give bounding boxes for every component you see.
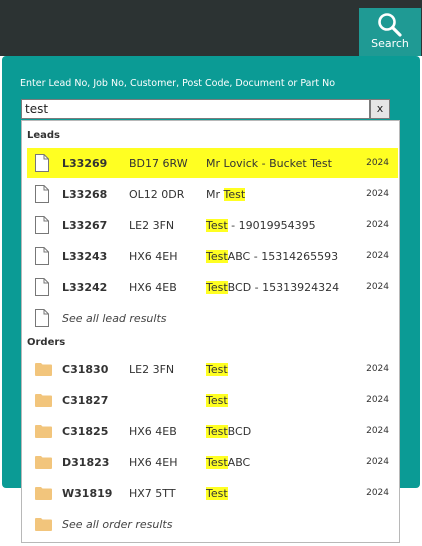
match-highlight: Test bbox=[206, 219, 228, 232]
result-description: Test bbox=[206, 394, 228, 407]
result-ref: L33242 bbox=[62, 281, 108, 294]
description-text: ABC bbox=[227, 456, 251, 469]
document-icon bbox=[35, 278, 49, 296]
result-year: 2024 bbox=[366, 189, 389, 199]
description-text: BCD bbox=[227, 425, 252, 438]
result-year: 2024 bbox=[366, 364, 389, 374]
lead-result-row[interactable]: L33243 HX6 4EH TestABC - 15314265593 2024 bbox=[27, 241, 398, 271]
search-prompt: Enter Lead No, Job No, Customer, Post Co… bbox=[20, 78, 336, 89]
result-year: 2024 bbox=[366, 251, 389, 261]
lead-result-row[interactable]: L33242 HX6 4EB TestBCD - 15313924324 2024 bbox=[27, 272, 398, 302]
search-input[interactable] bbox=[21, 99, 370, 119]
result-postcode: LE2 3FN bbox=[129, 363, 175, 376]
result-year: 2024 bbox=[366, 220, 389, 230]
document-icon bbox=[35, 154, 49, 172]
orders-heading: Orders bbox=[27, 337, 66, 348]
result-year: 2024 bbox=[366, 158, 389, 168]
description-text: Mr bbox=[206, 188, 224, 201]
result-ref: L33269 bbox=[62, 157, 108, 170]
result-year: 2024 bbox=[366, 395, 389, 405]
folder-icon bbox=[35, 363, 52, 376]
result-description: TestABC - 15314265593 bbox=[206, 250, 338, 263]
order-result-row[interactable]: D31823 HX6 4EH TestABC 2024 bbox=[27, 447, 398, 477]
result-description: TestBCD bbox=[206, 425, 251, 438]
folder-icon bbox=[35, 518, 52, 531]
match-highlight: Test bbox=[223, 188, 246, 201]
description-text: BCD - 15313924324 bbox=[227, 281, 340, 294]
description-text: Mr Lovick - Bucket Test bbox=[206, 157, 332, 170]
folder-icon bbox=[35, 394, 52, 407]
results-dropdown: Leads L33269 BD17 6RW Mr Lovick - Bucket T… bbox=[21, 120, 400, 543]
result-ref: C31825 bbox=[62, 425, 109, 438]
result-description: Test bbox=[206, 487, 228, 500]
order-result-row[interactable]: W31819 HX7 5TT Test 2024 bbox=[27, 478, 398, 508]
result-description: TestBCD - 15313924324 bbox=[206, 281, 339, 294]
result-ref: L33268 bbox=[62, 188, 108, 201]
search-button-label: Search bbox=[371, 37, 409, 50]
result-postcode: HX6 4EB bbox=[129, 425, 177, 438]
clear-search-button[interactable]: x bbox=[370, 99, 390, 119]
order-result-row[interactable]: C31830 LE2 3FN Test 2024 bbox=[27, 354, 398, 384]
see-all-leads-link[interactable]: See all lead results bbox=[27, 303, 398, 333]
lead-result-row[interactable]: L33268 OL12 0DR Mr Test 2024 bbox=[27, 179, 398, 209]
folder-icon bbox=[35, 425, 52, 438]
result-ref: C31827 bbox=[62, 394, 109, 407]
result-year: 2024 bbox=[366, 488, 389, 498]
result-year: 2024 bbox=[366, 426, 389, 436]
match-highlight: Test bbox=[206, 281, 228, 294]
magnifier-icon bbox=[378, 13, 402, 37]
result-description: Mr Lovick - Bucket Test bbox=[206, 157, 332, 170]
result-description: Test - 19019954395 bbox=[206, 219, 316, 232]
leads-heading: Leads bbox=[27, 130, 61, 141]
see-all-orders-link[interactable]: See all order results bbox=[27, 509, 398, 539]
result-year: 2024 bbox=[366, 282, 389, 292]
result-postcode: LE2 3FN bbox=[129, 219, 175, 232]
result-ref: L33243 bbox=[62, 250, 108, 263]
result-ref: W31819 bbox=[62, 487, 113, 500]
document-icon bbox=[35, 309, 49, 327]
result-year: 2024 bbox=[366, 457, 389, 467]
order-result-row[interactable]: C31827 Test 2024 bbox=[27, 385, 398, 415]
result-postcode: OL12 0DR bbox=[129, 188, 185, 201]
result-ref: L33267 bbox=[62, 219, 108, 232]
match-highlight: Test bbox=[206, 394, 228, 407]
lead-result-row[interactable]: L33267 LE2 3FN Test - 19019954395 2024 bbox=[27, 210, 398, 240]
search-button[interactable]: Search bbox=[359, 8, 421, 56]
result-description: Mr Test bbox=[206, 188, 246, 201]
result-ref: C31830 bbox=[62, 363, 109, 376]
result-postcode: HX7 5TT bbox=[129, 487, 176, 500]
match-highlight: Test bbox=[206, 487, 228, 500]
lead-result-row[interactable]: L33269 BD17 6RW Mr Lovick - Bucket Test 202… bbox=[27, 148, 398, 178]
result-postcode: HX6 4EH bbox=[129, 250, 178, 263]
match-highlight: Test bbox=[206, 363, 228, 376]
result-postcode: HX6 4EB bbox=[129, 281, 177, 294]
result-description: Test bbox=[206, 363, 228, 376]
description-text: ABC - 15314265593 bbox=[227, 250, 339, 263]
order-result-row[interactable]: C31825 HX6 4EB TestBCD 2024 bbox=[27, 416, 398, 446]
see-all-leads-label: See all lead results bbox=[62, 312, 167, 325]
match-highlight: Test bbox=[206, 456, 228, 469]
match-highlight: Test bbox=[206, 250, 228, 263]
description-text: - 19019954395 bbox=[227, 219, 316, 232]
see-all-orders-label: See all order results bbox=[62, 518, 173, 531]
result-ref: D31823 bbox=[62, 456, 110, 469]
result-postcode: HX6 4EH bbox=[129, 456, 178, 469]
document-icon bbox=[35, 185, 49, 203]
folder-icon bbox=[35, 456, 52, 469]
match-highlight: Test bbox=[206, 425, 228, 438]
document-icon bbox=[35, 247, 49, 265]
result-postcode: BD17 6RW bbox=[129, 157, 188, 170]
document-icon bbox=[35, 216, 49, 234]
result-description: TestABC bbox=[206, 456, 250, 469]
folder-icon bbox=[35, 487, 52, 500]
